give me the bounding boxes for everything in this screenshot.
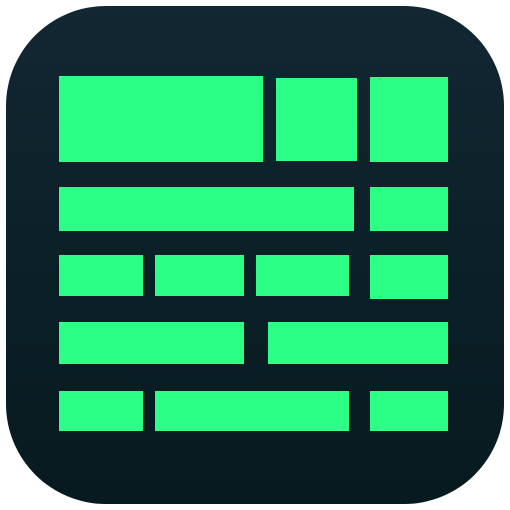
grid-block [155, 391, 349, 431]
grid-block [59, 187, 354, 231]
grid-block [268, 322, 448, 364]
grid-block [276, 78, 357, 161]
grid-block [59, 76, 263, 162]
grid-block [256, 255, 349, 296]
grid-block [370, 77, 448, 162]
grid-block [59, 255, 143, 296]
grid-block [370, 391, 448, 431]
grid-block [155, 255, 244, 296]
grid-block [59, 322, 244, 364]
grid-block [370, 187, 448, 231]
table-layout-icon [0, 0, 510, 510]
grid-block [370, 255, 448, 299]
grid-block [59, 391, 143, 431]
